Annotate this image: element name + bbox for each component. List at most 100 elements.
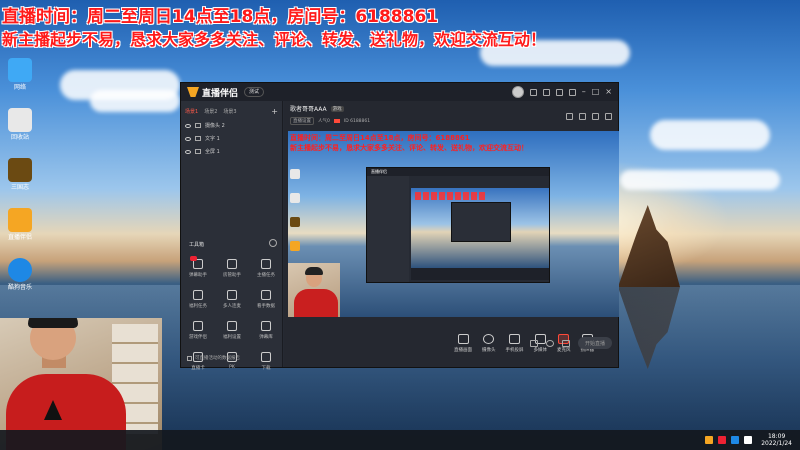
add-scene-icon[interactable]: + [271,107,278,116]
tool-item[interactable]: 下载 [249,352,283,371]
tool-item[interactable]: 弹幕助手 [181,259,215,278]
start-live-button[interactable]: 开始直播 [578,337,612,349]
sources-panel: 场景1 场景2 场景3 + 摄像头 2 文字 1 全屏 1 工具箱 弹幕助手 房… [181,101,283,371]
screen-capture-button[interactable]: 直播画面 [454,333,472,353]
desktop-icon-network[interactable]: 网络 [4,58,36,91]
settings-icon[interactable] [605,113,612,120]
tool-item[interactable]: 房管助手 [215,259,249,278]
room-id: ID 6188861 [343,118,371,124]
clock[interactable]: 18:09 2022/1/24 [761,433,792,447]
minimize-icon[interactable]: – [582,88,586,96]
source-item[interactable]: 摄像头 2 [181,119,282,132]
tool-item[interactable]: 主播任务 [249,259,283,278]
desktop-icon-kugou[interactable]: 酷狗音乐 [4,258,36,291]
report-label: 可直播活动的数据报告 [195,356,240,361]
desktop-icon-recycle-bin[interactable]: 回收站 [4,108,36,141]
source-item[interactable]: 文字 1 [181,132,282,145]
preview-desktop-icons [290,169,302,275]
desktop-icon-label: 网络 [13,84,26,91]
tool-item[interactable]: 福利设置 [215,321,249,340]
bottom-tool-label: 摄像头 [482,347,496,353]
app-logo-icon [187,87,199,97]
source-label: 全屏 1 [205,149,220,155]
desktop-icon-game[interactable]: 三国志 [4,158,36,191]
tool-item[interactable]: 游戏伴侣 [181,321,215,340]
task-icon [261,259,271,269]
eye-icon[interactable] [546,339,554,347]
new-badge [190,256,197,261]
tab-scene-1[interactable]: 场景1 [185,108,198,115]
preview-banner-line: 直播时间：周二至周日14点至18点，房间号：6188861 [290,134,470,142]
maximize-icon[interactable]: □ [592,88,600,96]
eye-icon[interactable] [185,149,191,154]
tool-item[interactable]: 福利任务 [181,290,215,309]
grid-icon[interactable] [592,113,599,120]
person-body [294,289,338,317]
source-item[interactable]: 全屏 1 [181,145,282,158]
gamepad-icon [193,321,203,331]
wallpaper-cloud [620,170,780,190]
system-tray: 18:09 2022/1/24 [705,430,792,450]
bottom-tool-label: 直播画面 [454,347,472,353]
room-category-tag[interactable]: 游戏 [330,105,344,112]
shirt-icon[interactable] [555,88,563,96]
settings-icon[interactable] [562,339,570,347]
toolbox-more-icon[interactable] [269,239,277,247]
screen-icon [457,333,469,344]
wallpaper-cloud [90,90,180,112]
tool-label: 弹幕助手 [189,273,207,278]
report-link[interactable]: 可直播活动的数据报告 [187,355,240,361]
tab-scene-3[interactable]: 场景3 [223,108,236,115]
data-icon [261,290,271,300]
source-label: 文字 1 [205,136,220,142]
camera-button[interactable]: 摄像头 [482,333,496,353]
user-avatar[interactable] [511,86,524,98]
stream-preview[interactable]: 直播时间：周二至周日14点至18点，房间号：6188861 新主播起步不易，恳求… [288,131,619,317]
tool-label: 房管助手 [223,273,241,278]
phone-cast-button[interactable]: 手机投屏 [506,333,524,353]
edit-icon[interactable] [333,119,340,123]
eye-icon[interactable] [185,136,191,141]
tool-item[interactable]: 多人连麦 [215,290,249,309]
co-host-icon [227,290,237,300]
tool-item[interactable]: 看手数据 [249,290,283,309]
person-hair [28,318,78,328]
live-companion-icon [290,241,300,251]
camera-icon [483,333,495,344]
nested-window-title: 直播伴侣 [367,168,549,176]
layout-icon[interactable] [566,113,573,120]
nested-banner [415,192,485,200]
app-tray-icon[interactable] [731,436,740,444]
app-tray-icon[interactable] [705,436,714,444]
lock-icon[interactable] [579,113,586,120]
tool-item[interactable]: 弹幕库 [249,321,283,340]
gift-task-icon [193,290,203,300]
gift-icon[interactable] [542,88,550,96]
tab-scene-2[interactable]: 场景2 [204,108,217,115]
eye-icon[interactable] [185,123,191,128]
recycle-bin-icon [8,108,32,132]
desktop-icon-label: 酷狗音乐 [7,284,32,291]
record-icon[interactable] [530,339,538,347]
clock-time: 18:09 [767,433,786,440]
nested-window-preview [451,202,511,242]
recycle-bin-icon [290,193,300,203]
close-icon[interactable]: × [605,88,612,96]
preview-banner: 直播时间：周二至周日14点至18点，房间号：6188861 新主播起步不易，恳求… [290,133,528,153]
tool-label: 下载 [261,366,271,371]
camera-source-icon [195,123,201,128]
settings-icon[interactable] [568,88,576,96]
app-tray-icon[interactable] [744,436,753,444]
stream-settings-button[interactable]: 直播设置 [290,117,314,125]
desktop-icon-label: 三国志 [10,184,29,191]
tool-label: 直播卡 [191,366,205,371]
desktop-icon-label: 直播伴侣 [7,234,32,241]
desktop-icon-live-companion[interactable]: 直播伴侣 [4,208,36,241]
version-badge[interactable]: 测试 [244,87,265,97]
window-titlebar[interactable]: 直播伴侣 测试 – □ × [181,83,618,101]
tool-label: 看手数据 [257,304,275,309]
message-icon[interactable] [529,88,537,96]
room-title: 歌者哥哥AAA [290,106,327,113]
preview-banner-line: 新主播起步不易，恳求大家多多关注、评论、转发、送礼物，欢迎交流互动！ [290,144,528,152]
app-tray-icon[interactable] [718,436,727,444]
